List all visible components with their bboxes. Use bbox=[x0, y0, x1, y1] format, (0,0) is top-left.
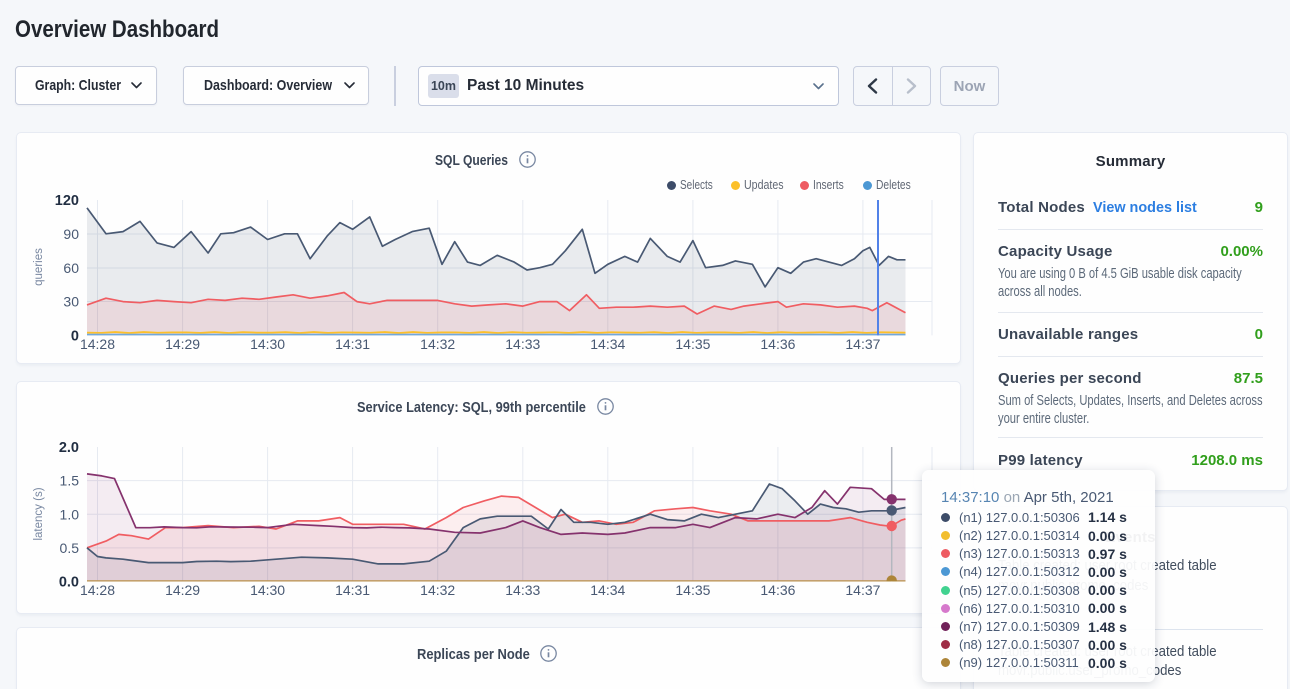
svg-text:14:36: 14:36 bbox=[760, 336, 795, 352]
svg-text:0: 0 bbox=[71, 328, 79, 344]
svg-text:14:33: 14:33 bbox=[505, 582, 540, 598]
svg-text:14:33: 14:33 bbox=[505, 336, 540, 352]
svg-text:30: 30 bbox=[63, 294, 79, 310]
svg-text:latency (s): latency (s) bbox=[33, 487, 45, 540]
svg-text:60: 60 bbox=[63, 260, 79, 276]
svg-text:14:29: 14:29 bbox=[165, 336, 200, 352]
svg-text:14:31: 14:31 bbox=[335, 582, 370, 598]
svg-text:14:30: 14:30 bbox=[250, 336, 285, 352]
svg-text:14:35: 14:35 bbox=[675, 582, 710, 598]
svg-text:14:28: 14:28 bbox=[80, 582, 115, 598]
svg-text:14:34: 14:34 bbox=[590, 582, 625, 598]
svg-text:0.0: 0.0 bbox=[59, 574, 79, 590]
svg-text:14:32: 14:32 bbox=[420, 582, 455, 598]
svg-text:120: 120 bbox=[55, 193, 79, 209]
svg-text:14:37: 14:37 bbox=[845, 336, 880, 352]
svg-text:14:34: 14:34 bbox=[590, 336, 625, 352]
svg-text:14:30: 14:30 bbox=[250, 582, 285, 598]
svg-text:14:31: 14:31 bbox=[335, 336, 370, 352]
svg-text:14:28: 14:28 bbox=[80, 336, 115, 352]
svg-text:queries: queries bbox=[33, 248, 45, 286]
svg-text:14:36: 14:36 bbox=[760, 582, 795, 598]
svg-text:1.0: 1.0 bbox=[60, 506, 80, 522]
svg-text:14:32: 14:32 bbox=[420, 336, 455, 352]
svg-text:14:37: 14:37 bbox=[845, 582, 880, 598]
svg-text:14:35: 14:35 bbox=[675, 336, 710, 352]
svg-text:2.0: 2.0 bbox=[59, 440, 79, 456]
svg-text:1.5: 1.5 bbox=[60, 473, 80, 489]
svg-text:14:29: 14:29 bbox=[165, 582, 200, 598]
svg-text:0.5: 0.5 bbox=[60, 540, 80, 556]
svg-text:90: 90 bbox=[63, 226, 79, 242]
